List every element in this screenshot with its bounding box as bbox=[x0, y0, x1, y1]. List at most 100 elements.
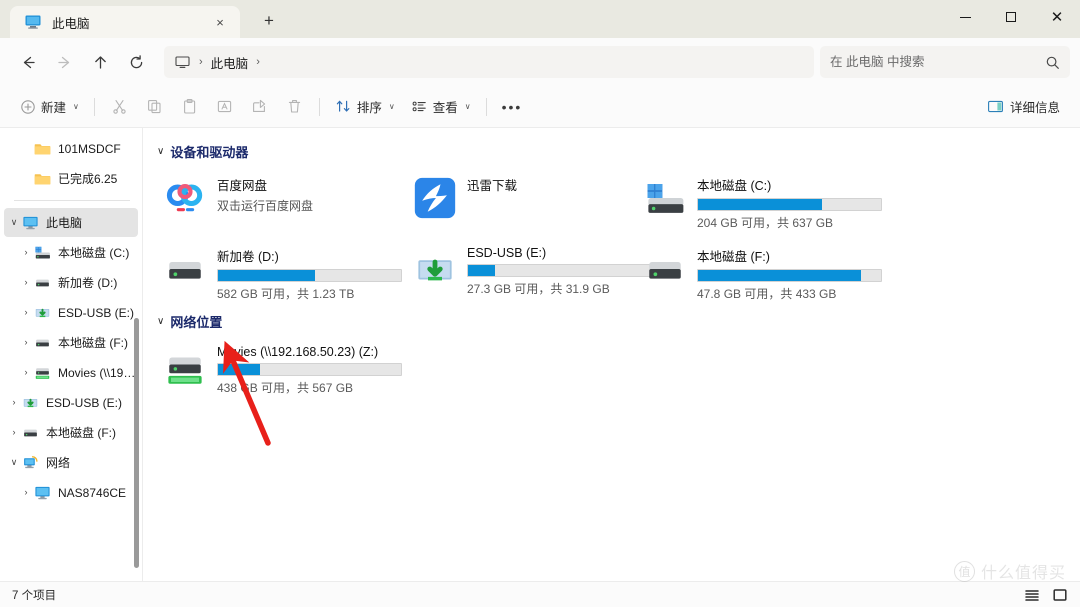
chevron-down-icon[interactable]: ∨ bbox=[157, 146, 164, 157]
chevron-right-icon[interactable] bbox=[6, 398, 22, 407]
more-options-button[interactable]: ••• bbox=[494, 92, 531, 122]
view-button[interactable]: 查看 ∨ bbox=[403, 92, 479, 122]
breadcrumb-chevron[interactable]: › bbox=[252, 56, 264, 68]
delete-button[interactable] bbox=[277, 92, 312, 122]
chevron-right-icon[interactable] bbox=[6, 428, 22, 437]
chevron-down-icon[interactable] bbox=[6, 218, 22, 227]
this-pc-icon bbox=[175, 55, 190, 68]
close-window-button[interactable]: ✕ bbox=[1034, 0, 1080, 34]
sidebar-list: 101MSDCF 已完成6.25 此电脑本地磁盘 (C:) 新加卷 (D:) ESD-U… bbox=[0, 134, 142, 507]
copy-button[interactable] bbox=[137, 92, 172, 122]
drive-item[interactable]: 新加卷 (D:) 582 GB 可用，共 1.23 TB bbox=[153, 239, 403, 308]
toolbar-divider bbox=[93, 97, 95, 116]
sidebar-item-9[interactable]: ESD-USB (E:) bbox=[4, 388, 138, 417]
chevron-right-icon[interactable] bbox=[18, 368, 34, 377]
back-arrow-icon bbox=[23, 56, 35, 68]
drive-icon-wrapper bbox=[161, 245, 209, 293]
chevron-down-icon[interactable]: ∨ bbox=[157, 316, 164, 327]
back-button[interactable] bbox=[10, 46, 46, 78]
tab-this-pc[interactable]: 此电脑 × bbox=[10, 6, 240, 38]
tiles-view-icon[interactable] bbox=[1052, 587, 1068, 603]
rename-button[interactable] bbox=[207, 92, 242, 122]
sidebar-item-2[interactable]: 已完成6.25 bbox=[4, 164, 138, 193]
drive-item[interactable]: Movies (\\192.168.50.23) (Z:) 438 GB 可用，共… bbox=[153, 338, 403, 402]
this-pc-icon bbox=[23, 216, 38, 230]
chevron-right-icon[interactable] bbox=[18, 248, 34, 257]
drive-item[interactable]: 本地磁盘 (F:) 47.8 GB 可用，共 433 GB bbox=[633, 239, 883, 308]
new-button[interactable]: 新建 ∨ bbox=[12, 92, 87, 122]
capacity-bar bbox=[217, 269, 402, 282]
sidebar-item-8[interactable]: Movies (\\19… bbox=[4, 358, 138, 387]
tab-title: 此电脑 bbox=[52, 16, 90, 31]
drive-item[interactable]: 百度网盘 双击运行百度网盘 bbox=[153, 168, 403, 237]
plus-circle-icon bbox=[21, 99, 35, 114]
command-toolbar: 新建 ∨ 排序 ∨ 查看 ∨ ••• 详细信息 bbox=[0, 86, 1080, 128]
sidebar-divider bbox=[14, 200, 130, 201]
group-header[interactable]: ∨ 网络位置 bbox=[157, 310, 1080, 332]
item-count-label: 7 个项目 bbox=[12, 589, 57, 602]
sidebar-item-11[interactable]: 网络 bbox=[4, 448, 138, 477]
sidebar-item-3[interactable]: 此电脑 bbox=[4, 208, 138, 237]
chevron-down-icon[interactable] bbox=[6, 458, 22, 467]
sidebar-item-6[interactable]: ESD-USB (E:) bbox=[4, 298, 138, 327]
sort-button[interactable]: 排序 ∨ bbox=[327, 92, 403, 122]
capacity-caption: 582 GB 可用，共 1.23 TB bbox=[217, 287, 355, 301]
maximize-button[interactable] bbox=[988, 0, 1034, 34]
search-icon[interactable] bbox=[1045, 55, 1060, 70]
capacity-caption: 27.3 GB 可用，共 31.9 GB bbox=[467, 282, 610, 296]
chevron-right-icon[interactable] bbox=[18, 278, 34, 287]
search-box[interactable] bbox=[820, 46, 1070, 78]
new-button-label: 新建 bbox=[41, 101, 67, 115]
drive-item[interactable]: 迅雷下载 bbox=[403, 168, 633, 237]
drive-grid: 百度网盘 双击运行百度网盘 迅雷下载 本地磁盘 (C:) 204 GB 可用，共 637… bbox=[153, 168, 1080, 308]
chevron-right-icon[interactable] bbox=[18, 338, 34, 347]
navigation-bar: › 此电脑 › bbox=[0, 38, 1080, 86]
group-header[interactable]: ∨ 设备和驱动器 bbox=[157, 140, 1080, 162]
capacity-bar-fill bbox=[218, 270, 315, 281]
sidebar-item-label: 新加卷 (D:) bbox=[58, 276, 118, 290]
chevron-right-icon[interactable] bbox=[18, 308, 34, 317]
drive-icon-wrapper bbox=[411, 245, 459, 293]
sidebar-item-4[interactable]: 本地磁盘 (C:) bbox=[4, 238, 138, 267]
share-button[interactable] bbox=[242, 92, 277, 122]
sidebar-item-1[interactable]: 101MSDCF bbox=[4, 134, 138, 163]
drive-icon-wrapper bbox=[161, 344, 209, 392]
drive-info: 百度网盘 双击运行百度网盘 bbox=[217, 174, 397, 214]
new-tab-button[interactable]: + bbox=[254, 6, 284, 36]
up-button[interactable] bbox=[82, 46, 118, 78]
drive-item[interactable]: ESD-USB (E:) 27.3 GB 可用，共 31.9 GB bbox=[403, 239, 652, 308]
sidebar-item-10[interactable]: 本地磁盘 (F:) bbox=[4, 418, 138, 447]
chevron-right-icon[interactable] bbox=[18, 488, 34, 497]
folder-icon bbox=[34, 144, 51, 155]
list-view-icon[interactable] bbox=[1024, 587, 1040, 603]
sidebar-scrollbar[interactable] bbox=[134, 318, 139, 568]
sort-icon bbox=[336, 100, 350, 112]
refresh-icon bbox=[130, 54, 142, 68]
details-pane-button[interactable]: 详细信息 bbox=[979, 92, 1068, 122]
more-dots-icon: ••• bbox=[501, 98, 523, 115]
breadcrumb-separator: › bbox=[199, 56, 203, 68]
close-tab-icon[interactable]: × bbox=[210, 12, 230, 32]
drive-icon bbox=[24, 429, 37, 437]
refresh-button[interactable] bbox=[118, 46, 154, 78]
usb-drive-icon bbox=[418, 259, 452, 281]
status-bar: 7 个项目 bbox=[0, 581, 1080, 607]
paste-icon bbox=[183, 99, 196, 114]
sidebar-item-label: 本地磁盘 (F:) bbox=[58, 336, 128, 350]
view-mode-switcher bbox=[1024, 587, 1068, 603]
sidebar-item-5[interactable]: 新加卷 (D:) bbox=[4, 268, 138, 297]
minimize-button[interactable] bbox=[942, 0, 988, 34]
folder-icon bbox=[34, 174, 51, 185]
search-input[interactable] bbox=[830, 55, 1045, 69]
sidebar-item-7[interactable]: 本地磁盘 (F:) bbox=[4, 328, 138, 357]
view-button-label: 查看 bbox=[432, 101, 458, 115]
address-bar[interactable]: › 此电脑 › bbox=[164, 46, 814, 78]
breadcrumb-current[interactable]: 此电脑 bbox=[211, 53, 249, 72]
usb-drive-icon bbox=[23, 398, 38, 408]
forward-button[interactable] bbox=[46, 46, 82, 78]
drive-item[interactable]: 本地磁盘 (C:) 204 GB 可用，共 637 GB bbox=[633, 168, 883, 237]
paste-button[interactable] bbox=[172, 92, 207, 122]
sidebar-item-12[interactable]: NAS8746CE bbox=[4, 478, 138, 507]
sidebar-item-label: 本地磁盘 (C:) bbox=[58, 246, 130, 260]
cut-button[interactable] bbox=[102, 92, 137, 122]
